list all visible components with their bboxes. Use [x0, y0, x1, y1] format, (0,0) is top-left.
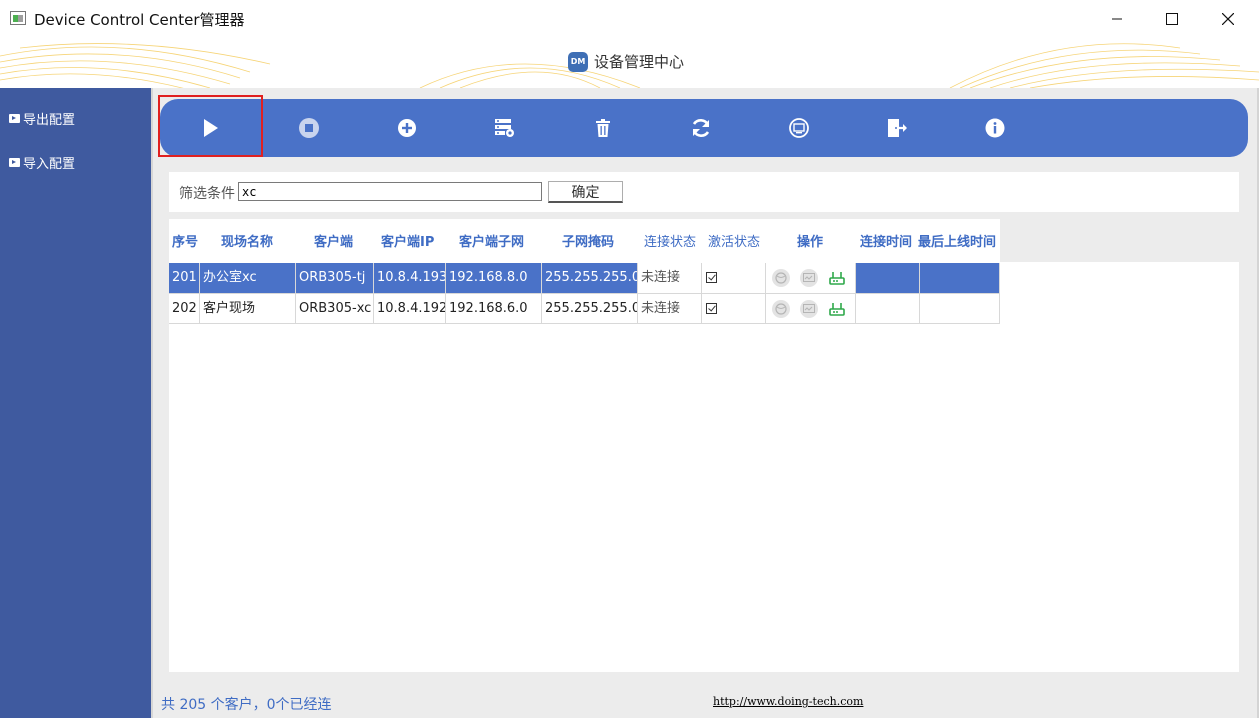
cell-connect-time — [856, 263, 920, 293]
terminal-icon[interactable] — [800, 300, 818, 318]
filter-panel: 筛选条件 确定 — [169, 172, 1239, 212]
filter-input[interactable] — [238, 182, 542, 201]
window-title: Device Control Center管理器 — [34, 11, 245, 29]
folder-play-icon — [9, 158, 20, 167]
maximize-button[interactable] — [1152, 6, 1192, 32]
close-icon — [1222, 13, 1234, 25]
delete-icon — [596, 119, 610, 137]
column-header-last-online[interactable]: 最后上线时间 — [918, 231, 1000, 250]
monitor-icon — [789, 118, 809, 138]
maximize-icon — [1166, 13, 1178, 25]
cell-activation — [702, 263, 766, 293]
add-button[interactable] — [377, 99, 437, 157]
info-button[interactable] — [965, 99, 1025, 157]
column-header-mask[interactable]: 子网掩码 — [562, 231, 614, 250]
router-icon[interactable] — [828, 269, 846, 287]
main-toolbar — [160, 99, 1248, 157]
add-icon — [398, 119, 416, 137]
monitor-button[interactable] — [769, 99, 829, 157]
close-button[interactable] — [1208, 6, 1248, 32]
server-settings-icon — [495, 119, 514, 137]
cell-ip: 10.8.4.192 — [374, 294, 446, 324]
minimize-button[interactable] — [1097, 6, 1137, 32]
dm-logo-icon: DM — [568, 51, 588, 72]
exit-button[interactable] — [867, 99, 927, 157]
cell-last-online — [920, 294, 1000, 324]
stop-button[interactable] — [279, 99, 339, 157]
title-bar: Device Control Center管理器 — [0, 0, 1259, 38]
cell-client: ORB305-tj — [296, 263, 374, 293]
app-icon — [10, 11, 26, 25]
column-header-activation[interactable]: 激活状态 — [708, 231, 760, 250]
sidebar-item-import-config[interactable]: 导入配置 — [9, 153, 75, 172]
table-header: 序号 现场名称 客户端 客户端IP 客户端子网 子网掩码 连接状态 激活状态 操… — [169, 219, 1000, 262]
cell-connection: 未连接 — [638, 294, 702, 324]
server-settings-button[interactable] — [475, 99, 535, 157]
cell-id: 201 — [169, 263, 200, 293]
cell-mask: 255.255.255.0 — [542, 294, 638, 324]
exit-icon — [888, 119, 907, 137]
cell-connection: 未连接 — [638, 263, 702, 293]
folder-play-icon — [9, 114, 20, 123]
column-header-client-ip[interactable]: 客户端IP — [381, 231, 434, 250]
sidebar-item-export-config[interactable]: 导出配置 — [9, 109, 75, 128]
refresh-button[interactable] — [671, 99, 731, 157]
cell-client: ORB305-xc — [296, 294, 374, 324]
content-divider — [151, 88, 153, 718]
header-title: 设备管理中心 — [594, 53, 685, 71]
sidebar: 导出配置 导入配置 — [0, 88, 151, 718]
table-row[interactable]: 202 客户现场 ORB305-xc 10.8.4.192 192.168.6.… — [169, 294, 1000, 324]
network-icon[interactable] — [772, 300, 790, 318]
cell-connect-time — [856, 294, 920, 324]
device-table: 序号 现场名称 客户端 客户端IP 客户端子网 子网掩码 连接状态 激活状态 操… — [169, 219, 1239, 672]
cell-id: 202 — [169, 294, 200, 324]
activation-checkbox[interactable] — [706, 303, 717, 314]
cell-subnet: 192.168.6.0 — [446, 294, 542, 324]
column-header-connect-time[interactable]: 连接时间 — [860, 231, 918, 250]
delete-button[interactable] — [573, 99, 633, 157]
cell-actions — [766, 294, 856, 324]
table-row[interactable]: 201 办公室xc ORB305-tj 10.8.4.193 192.168.8… — [169, 263, 1000, 293]
terminal-icon[interactable] — [800, 269, 818, 287]
refresh-icon — [692, 119, 710, 137]
cell-actions — [766, 263, 856, 293]
column-header-client[interactable]: 客户端 — [314, 231, 353, 250]
cell-site: 办公室xc — [200, 263, 296, 293]
confirm-button[interactable]: 确定 — [548, 181, 623, 203]
app-header: DM 设备管理中心 — [0, 38, 1259, 88]
column-header-site[interactable]: 现场名称 — [221, 231, 273, 250]
play-icon — [204, 119, 218, 137]
cell-ip: 10.8.4.193 — [374, 263, 446, 293]
header-gap — [1000, 219, 1239, 262]
router-icon[interactable] — [828, 300, 846, 318]
cell-activation — [702, 294, 766, 324]
cell-mask: 255.255.255.0 — [542, 263, 638, 293]
filter-label: 筛选条件 — [179, 186, 235, 202]
column-header-actions[interactable]: 操作 — [797, 231, 823, 250]
start-button[interactable] — [180, 99, 240, 157]
website-link[interactable]: http://www.doing-tech.com — [713, 695, 863, 708]
sidebar-item-label: 导入配置 — [23, 157, 76, 172]
header-title-group: DM 设备管理中心 — [568, 51, 684, 72]
status-text: 共 205 个客户，0个已经连 — [161, 697, 332, 713]
info-icon — [985, 118, 1005, 138]
row-divider — [169, 323, 1000, 324]
cell-last-online — [920, 263, 1000, 293]
column-header-id[interactable]: 序号 — [172, 231, 198, 250]
column-header-subnet[interactable]: 客户端子网 — [459, 231, 524, 250]
cell-site: 客户现场 — [200, 294, 296, 324]
activation-checkbox[interactable] — [706, 272, 717, 283]
network-icon[interactable] — [772, 269, 790, 287]
column-header-connection[interactable]: 连接状态 — [644, 231, 696, 250]
stop-icon — [299, 118, 319, 138]
sidebar-item-label: 导出配置 — [23, 113, 76, 128]
cell-subnet: 192.168.8.0 — [446, 263, 542, 293]
minimize-icon — [1112, 18, 1122, 20]
